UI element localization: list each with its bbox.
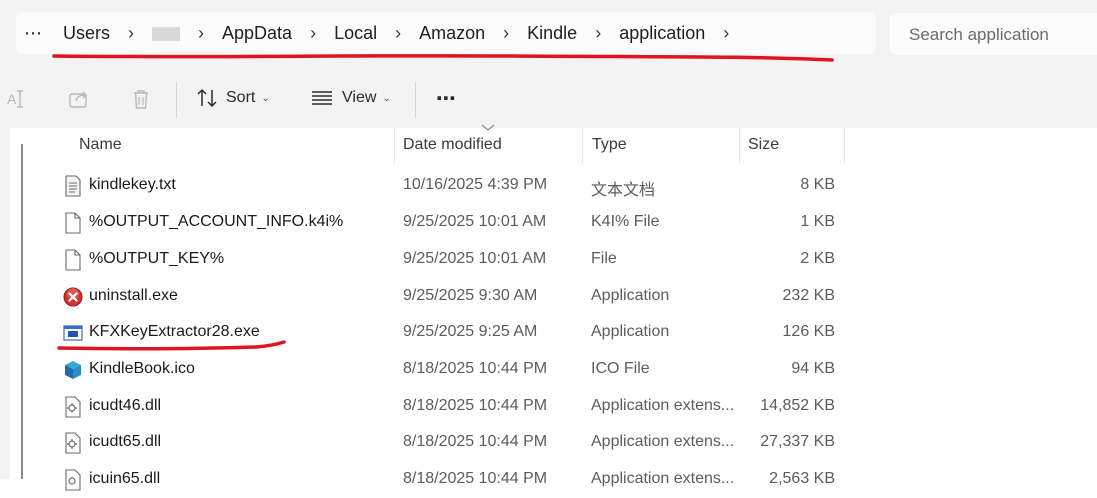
uninstall-icon	[63, 287, 83, 307]
column-header-date-modified[interactable]: Date modified	[403, 136, 502, 154]
breadcrumb-item-amazon[interactable]: Amazon	[419, 23, 485, 44]
breadcrumb: ⋯ Users › › AppData › Local › Amazon › K…	[24, 23, 743, 44]
view-label: View	[342, 89, 377, 106]
search-input[interactable]: Search application	[909, 25, 1049, 45]
annotation-underline-breadcrumb	[52, 54, 834, 62]
file-type: Application extens...	[591, 397, 735, 414]
column-header-type[interactable]: Type	[592, 136, 627, 154]
chevron-right-icon[interactable]: ›	[595, 23, 601, 44]
file-size: 126 KB	[782, 323, 835, 340]
file-size: 14,852 KB	[760, 397, 835, 414]
column-divider[interactable]	[844, 128, 845, 164]
file-type: Application extens...	[591, 433, 735, 450]
chevron-right-icon[interactable]: ›	[198, 23, 204, 44]
share-icon[interactable]	[68, 88, 90, 110]
more-options-button[interactable]: ⋯	[436, 86, 456, 111]
file-name: %OUTPUT_ACCOUNT_INFO.k4i%	[89, 213, 344, 230]
breadcrumb-item-users[interactable]: Users	[63, 23, 110, 44]
column-header-name[interactable]: Name	[79, 136, 122, 154]
file-row[interactable]: icuin65.dll 8/18/2025 10:44 PM Applicati…	[0, 462, 1097, 498]
file-size: 1 KB	[800, 213, 835, 230]
file-name: KindleBook.ico	[89, 360, 195, 377]
view-button[interactable]: View ⌄	[310, 87, 391, 109]
blank-file-icon	[65, 249, 81, 271]
file-date-modified: 8/18/2025 10:44 PM	[403, 470, 548, 487]
toolbar-divider	[415, 82, 416, 118]
file-name: kindlekey.txt	[89, 176, 176, 193]
file-name: icuin65.dll	[89, 470, 161, 487]
breadcrumb-item-local[interactable]: Local	[334, 23, 377, 44]
file-row[interactable]: kindlekey.txt 10/16/2025 4:39 PM 文本文档 8 …	[0, 168, 1097, 204]
chevron-down-icon: ⌄	[261, 92, 270, 104]
chevron-down-icon: ⌄	[382, 92, 391, 104]
search-box[interactable]: Search application	[890, 13, 1097, 55]
file-size: 2 KB	[800, 250, 835, 267]
file-size: 94 KB	[791, 360, 835, 377]
file-name: uninstall.exe	[89, 287, 178, 304]
file-size: 232 KB	[782, 287, 835, 304]
sort-button[interactable]: Sort ⌄	[196, 87, 270, 109]
breadcrumb-item-redacted[interactable]	[152, 26, 181, 41]
file-row[interactable]: icudt46.dll 8/18/2025 10:44 PM Applicati…	[0, 389, 1097, 425]
sort-caret-icon	[481, 124, 495, 131]
file-date-modified: 9/25/2025 10:01 AM	[403, 213, 547, 230]
more-icon: ⋯	[436, 88, 456, 110]
breadcrumb-item-kindle[interactable]: Kindle	[527, 23, 577, 44]
file-date-modified: 8/18/2025 10:44 PM	[403, 397, 548, 414]
file-type: Application	[591, 287, 670, 304]
chevron-right-icon[interactable]: ›	[310, 23, 316, 44]
column-divider[interactable]	[582, 128, 583, 164]
file-name: %OUTPUT_KEY%	[89, 250, 225, 267]
rename-icon[interactable]: A	[6, 88, 28, 110]
blank-file-icon	[65, 212, 81, 234]
command-bar	[0, 66, 1097, 128]
kindle-book-icon	[65, 361, 81, 379]
column-header-size[interactable]: Size	[748, 136, 779, 154]
sort-label: Sort	[226, 89, 256, 106]
chevron-right-icon[interactable]: ›	[723, 23, 729, 44]
sort-icon	[197, 88, 217, 108]
chevron-right-icon[interactable]: ›	[395, 23, 401, 44]
view-icon	[312, 91, 332, 105]
chevron-right-icon[interactable]: ›	[503, 23, 509, 44]
file-type: K4I% File	[591, 213, 660, 230]
file-row[interactable]: uninstall.exe 9/25/2025 9:30 AM Applicat…	[0, 279, 1097, 315]
file-size: 27,337 KB	[760, 433, 835, 450]
column-divider[interactable]	[394, 128, 395, 164]
file-type: File	[591, 250, 617, 267]
file-name: icudt46.dll	[89, 397, 162, 414]
file-date-modified: 9/25/2025 10:01 AM	[403, 250, 547, 267]
file-type: Application extens...	[591, 470, 735, 487]
column-divider[interactable]	[739, 128, 740, 164]
dll-file-icon	[65, 396, 81, 418]
chevron-right-icon[interactable]: ›	[128, 23, 134, 44]
file-type: Application	[591, 323, 670, 340]
file-type: ICO File	[591, 360, 650, 377]
breadcrumb-item-appdata[interactable]: AppData	[222, 23, 292, 44]
file-date-modified: 9/25/2025 9:25 AM	[403, 323, 538, 340]
delete-icon[interactable]	[130, 88, 152, 110]
file-row[interactable]: %OUTPUT_ACCOUNT_INFO.k4i% 9/25/2025 10:0…	[0, 205, 1097, 241]
file-date-modified: 8/18/2025 10:44 PM	[403, 433, 548, 450]
file-row[interactable]: icudt65.dll 8/18/2025 10:44 PM Applicati…	[0, 425, 1097, 461]
file-type: 文本文档	[591, 182, 656, 199]
text-file-icon	[65, 175, 81, 197]
dll-file-icon	[65, 469, 81, 491]
toolbar-divider	[176, 82, 177, 118]
dll-file-icon	[65, 432, 81, 454]
file-size: 8 KB	[800, 176, 835, 193]
file-date-modified: 8/18/2025 10:44 PM	[403, 360, 548, 377]
svg-text:A: A	[7, 91, 17, 107]
file-size: 2,563 KB	[769, 470, 835, 487]
file-row[interactable]: %OUTPUT_KEY% 9/25/2025 10:01 AM File 2 K…	[0, 242, 1097, 278]
breadcrumb-item-application[interactable]: application	[619, 23, 705, 44]
file-date-modified: 9/25/2025 9:30 AM	[403, 287, 538, 304]
breadcrumb-more-button[interactable]: ⋯	[24, 23, 43, 44]
file-date-modified: 10/16/2025 4:39 PM	[403, 176, 548, 193]
file-row[interactable]: KindleBook.ico 8/18/2025 10:44 PM ICO Fi…	[0, 352, 1097, 388]
file-name: icudt65.dll	[89, 433, 162, 450]
